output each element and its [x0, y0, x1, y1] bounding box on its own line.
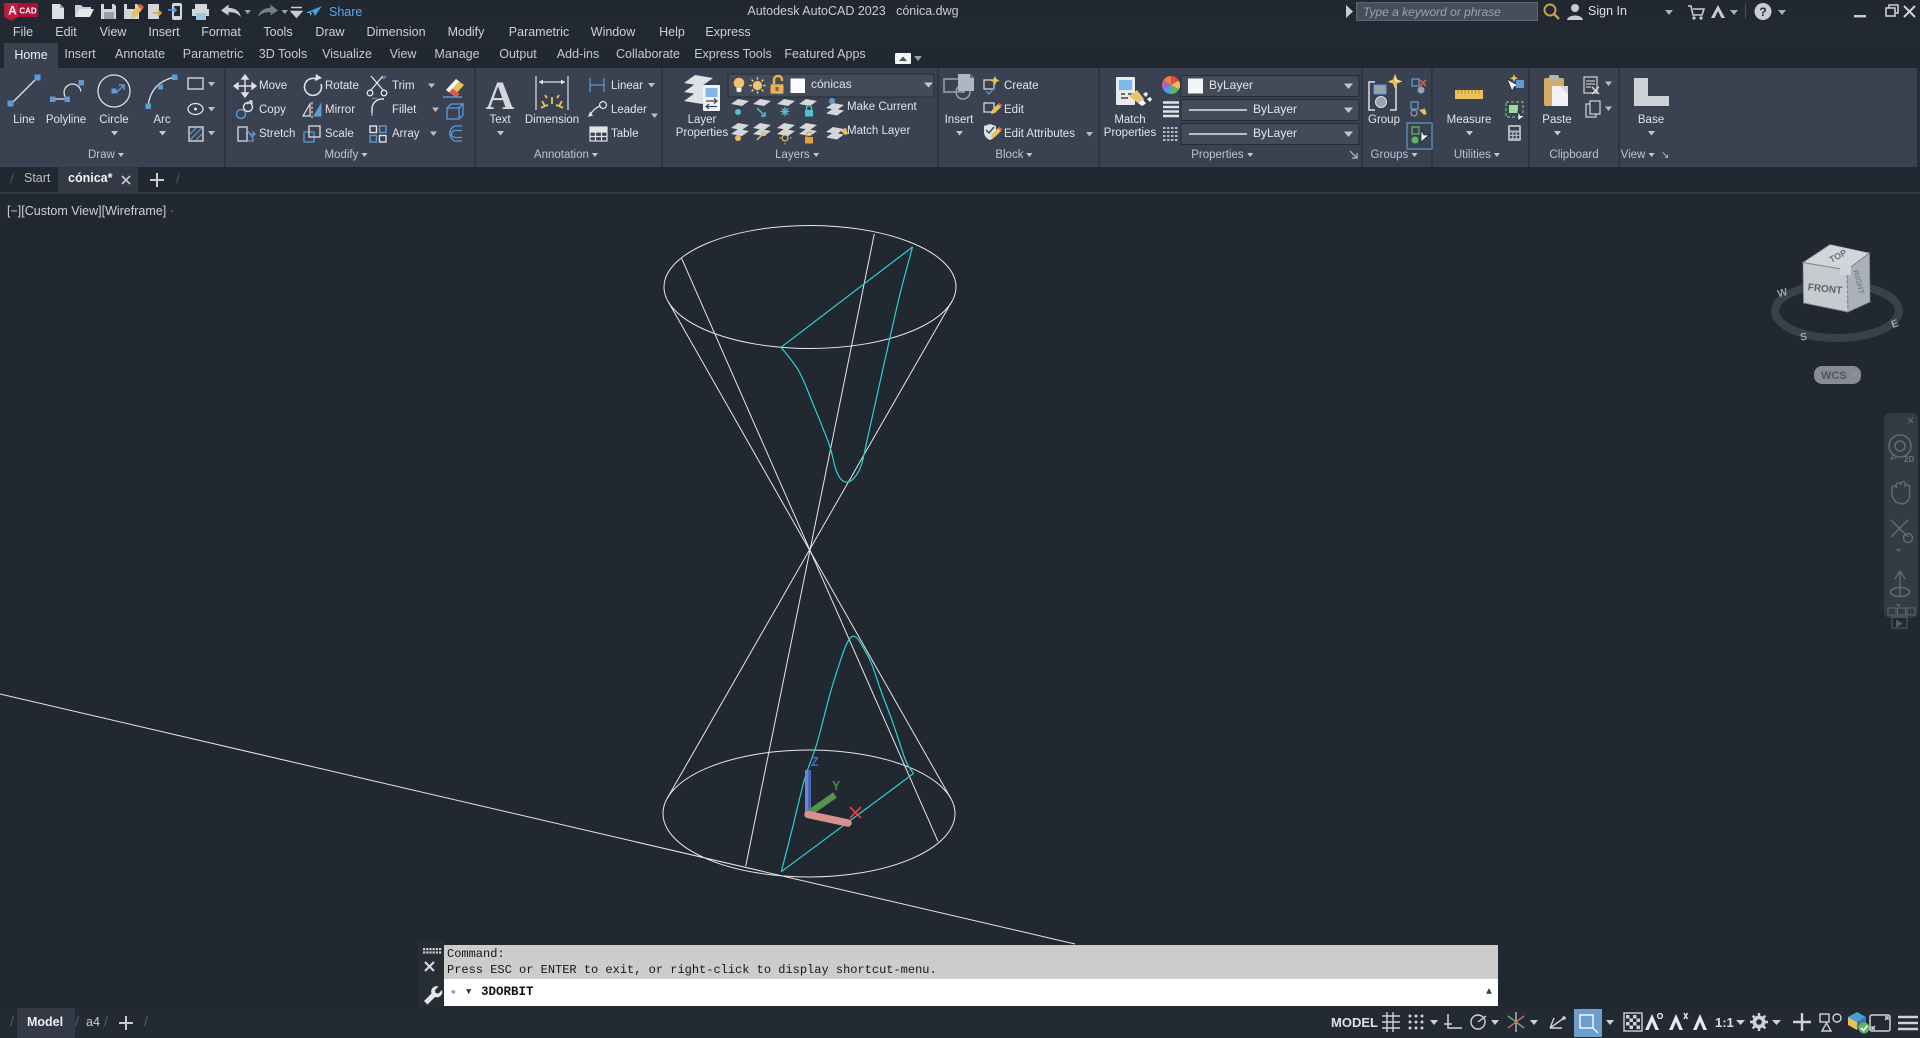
svg-text:2D: 2D	[1904, 455, 1914, 464]
svg-text:?: ?	[1759, 5, 1766, 19]
svg-text:A: A	[486, 73, 515, 118]
svg-text:Y: Y	[832, 779, 841, 793]
svg-text:Z: Z	[811, 755, 819, 769]
svg-text:WCS: WCS	[1821, 370, 1847, 382]
svg-text:W: W	[1776, 286, 1789, 300]
svg-text:1:1: 1:1	[1715, 1015, 1734, 1030]
